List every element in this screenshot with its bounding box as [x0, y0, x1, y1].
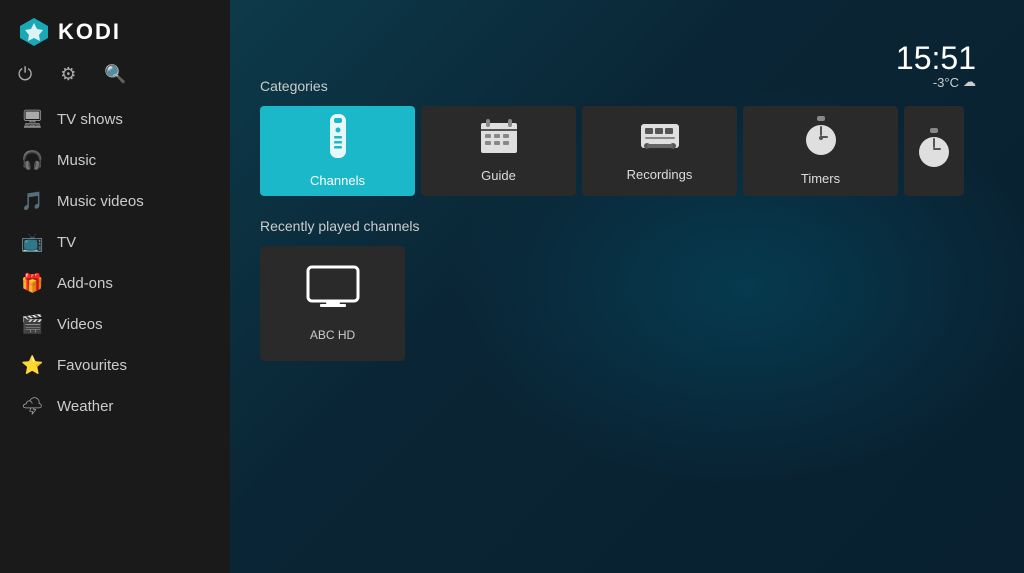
sidebar: KODI ⏻ ⚙ 🔍 🖥 TV shows 🎧 Music 🎵 Music vi…: [0, 0, 230, 573]
sidebar-item-label: Add-ons: [57, 275, 113, 292]
favourites-icon: ⭐: [21, 355, 43, 376]
recordings-label: Recordings: [627, 167, 693, 182]
top-icons-bar: ⏻ ⚙ 🔍: [0, 60, 230, 99]
sidebar-item-add-ons[interactable]: 🎁 Add-ons: [0, 263, 230, 304]
tv-shows-icon: 🖥: [21, 109, 43, 130]
abc-hd-icon: [306, 265, 360, 318]
logo-area: KODI: [0, 0, 230, 60]
sidebar-item-label: Music: [57, 152, 96, 169]
clock-time: 15:51: [242, 42, 976, 74]
weather-icon: 🌩: [21, 396, 43, 417]
sidebar-item-tv[interactable]: 📺 TV: [0, 222, 230, 263]
sidebar-item-music-videos[interactable]: 🎵 Music videos: [0, 181, 230, 222]
sidebar-item-label: Music videos: [57, 193, 144, 210]
app-title: KODI: [58, 19, 121, 45]
weather-status: -3°C ☁: [242, 74, 976, 90]
clock-area: 15:51 -3°C ☁: [242, 42, 976, 90]
sidebar-item-label: TV: [57, 234, 76, 251]
power-icon[interactable]: ⏻: [18, 64, 32, 85]
nav-list: 🖥 TV shows 🎧 Music 🎵 Music videos 📺 TV 🎁…: [0, 99, 230, 573]
main-content: 15:51 -3°C ☁ Categories Channels: [230, 0, 1024, 573]
tv-icon: 📺: [21, 232, 43, 253]
add-ons-icon: 🎁: [21, 273, 43, 294]
category-channels[interactable]: Channels: [260, 106, 415, 196]
sidebar-item-weather[interactable]: 🌩 Weather: [0, 386, 230, 427]
temperature-label: -3°C: [933, 75, 959, 90]
sidebar-item-label: Favourites: [57, 357, 127, 374]
sidebar-item-favourites[interactable]: ⭐ Favourites: [0, 345, 230, 386]
settings-icon[interactable]: ⚙: [60, 64, 76, 85]
category-recordings[interactable]: Recordings: [582, 106, 737, 196]
sidebar-item-videos[interactable]: 🎬 Videos: [0, 304, 230, 345]
recordings-icon: [639, 120, 681, 159]
categories-row: Channels Guide: [260, 106, 994, 196]
channel-abc-hd[interactable]: ABC HD: [260, 246, 405, 361]
channels-label: Channels: [310, 173, 365, 188]
music-icon: 🎧: [21, 150, 43, 171]
videos-icon: 🎬: [21, 314, 43, 335]
recently-played-title: Recently played channels: [260, 218, 994, 234]
abc-hd-label: ABC HD: [310, 328, 355, 342]
timers-icon: [803, 116, 839, 163]
timers-label: Timers: [801, 171, 840, 186]
guide-label: Guide: [481, 168, 516, 183]
sidebar-item-label: Weather: [57, 398, 113, 415]
music-videos-icon: 🎵: [21, 191, 43, 212]
sidebar-item-label: Videos: [57, 316, 103, 333]
guide-icon: [480, 119, 518, 160]
sidebar-item-music[interactable]: 🎧 Music: [0, 140, 230, 181]
channels-row: ABC HD: [260, 246, 994, 361]
cloud-icon: ☁: [963, 74, 976, 90]
category-timers-partial[interactable]: [904, 106, 964, 196]
timers2-icon: [916, 128, 952, 175]
category-timers[interactable]: Timers: [743, 106, 898, 196]
kodi-logo-icon: [18, 16, 50, 48]
sidebar-item-tv-shows[interactable]: 🖥 TV shows: [0, 99, 230, 140]
search-icon[interactable]: 🔍: [104, 64, 126, 85]
channels-icon: [320, 114, 356, 165]
sidebar-item-label: TV shows: [57, 111, 123, 128]
category-guide[interactable]: Guide: [421, 106, 576, 196]
